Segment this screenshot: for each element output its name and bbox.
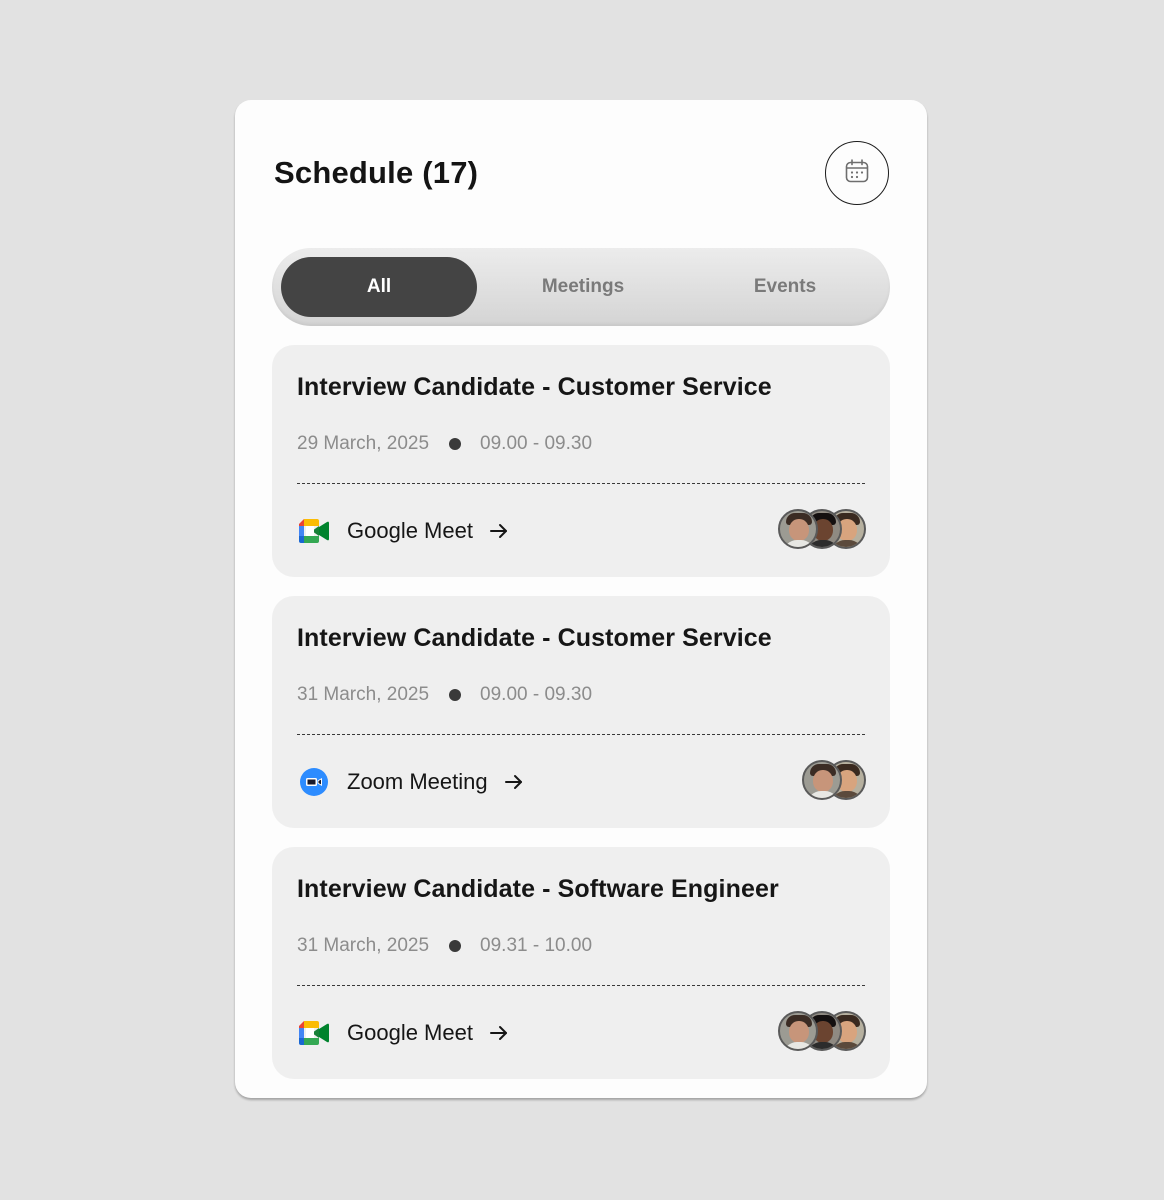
- avatar: [778, 509, 818, 549]
- event-date: 31 March, 2025: [297, 935, 430, 956]
- attendee-avatars[interactable]: [778, 509, 866, 549]
- tab-meetings[interactable]: Meetings: [485, 257, 681, 317]
- join-link[interactable]: Google Meet: [297, 513, 509, 549]
- event-meta: 31 March, 2025 09.00 - 09.30: [297, 684, 592, 706]
- avatar: [802, 760, 842, 800]
- tab-events[interactable]: Events: [687, 257, 883, 317]
- event-time: 09.00 - 09.30: [480, 684, 593, 705]
- event-title: Interview Candidate - Customer Service: [297, 624, 772, 652]
- join-link[interactable]: Google Meet: [297, 1015, 509, 1051]
- zoom-icon: [297, 765, 331, 799]
- join-link[interactable]: Zoom Meeting: [297, 764, 524, 800]
- event-date: 31 March, 2025: [297, 684, 430, 705]
- event-title: Interview Candidate - Software Engineer: [297, 875, 779, 903]
- separator-dot: [449, 438, 462, 450]
- event-date: 29 March, 2025: [297, 433, 430, 454]
- platform-label: Zoom Meeting: [347, 769, 488, 794]
- platform-label: Google Meet: [347, 1020, 473, 1045]
- arrow-right-icon: [489, 522, 509, 540]
- filter-tabs: All Meetings Events: [272, 248, 890, 326]
- event-meta: 31 March, 2025 09.31 - 10.00: [297, 935, 592, 957]
- divider: [297, 985, 865, 986]
- arrow-right-icon: [504, 773, 524, 791]
- page-title: Schedule (17): [274, 155, 479, 190]
- event-card[interactable]: Interview Candidate - Customer Service 2…: [272, 345, 890, 577]
- platform-label: Google Meet: [347, 518, 473, 543]
- tab-all[interactable]: All: [281, 257, 477, 317]
- event-time: 09.00 - 09.30: [480, 433, 593, 454]
- divider: [297, 734, 865, 735]
- event-card[interactable]: Interview Candidate - Software Engineer …: [272, 847, 890, 1079]
- calendar-button[interactable]: [825, 141, 889, 205]
- attendee-avatars[interactable]: [778, 1011, 866, 1051]
- event-time: 09.31 - 10.00: [480, 935, 593, 956]
- avatar: [778, 1011, 818, 1051]
- separator-dot: [449, 940, 462, 952]
- event-card[interactable]: Interview Candidate - Customer Service 3…: [272, 596, 890, 828]
- calendar-icon: [844, 158, 870, 189]
- separator-dot: [449, 689, 462, 701]
- schedule-panel: Schedule (17) All Meetings Events Interv…: [235, 100, 927, 1098]
- event-meta: 29 March, 2025 09.00 - 09.30: [297, 433, 592, 455]
- divider: [297, 483, 865, 484]
- arrow-right-icon: [489, 1024, 509, 1042]
- google-meet-icon: [297, 514, 331, 548]
- google-meet-icon: [297, 1016, 331, 1050]
- event-title: Interview Candidate - Customer Service: [297, 373, 772, 401]
- attendee-avatars[interactable]: [802, 760, 866, 800]
